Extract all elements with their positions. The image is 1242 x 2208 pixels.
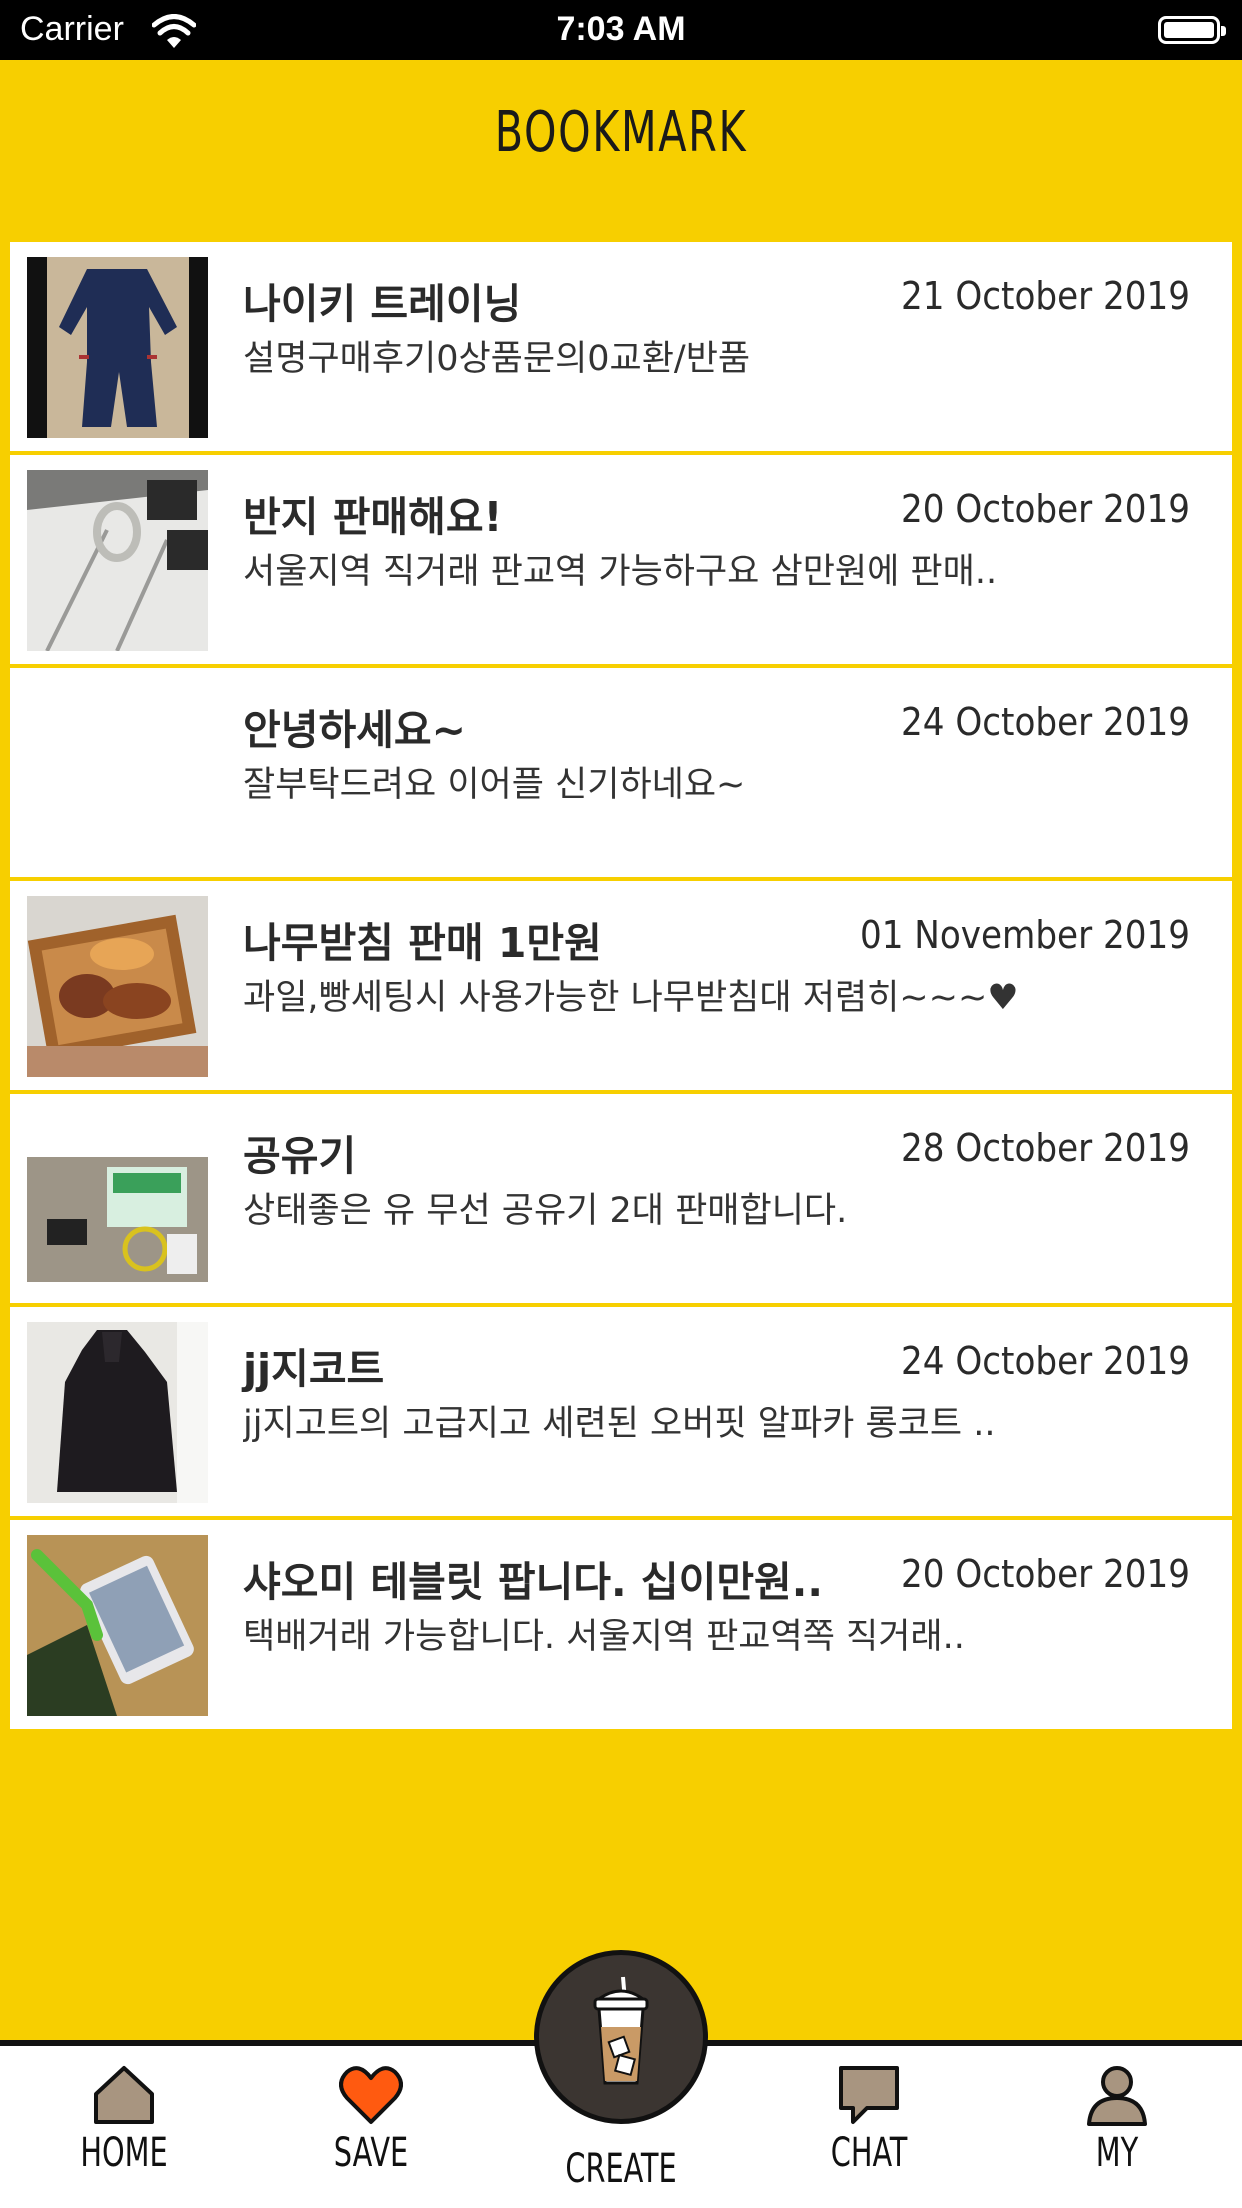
- list-item[interactable]: 나이키 트레이닝 설명구매후기0상품문의0교환/반품 21 October 20…: [10, 242, 1232, 451]
- item-title: 나무받침 판매 1만원: [243, 919, 602, 967]
- item-thumbnail: [27, 1322, 208, 1503]
- iced-coffee-icon: [593, 1976, 649, 2085]
- list-item[interactable]: 샤오미 테블릿 팝니다. 십이만원.. 택배거래 가능합니다. 서울지역 판교역…: [10, 1520, 1232, 1729]
- item-date: 01 November 2019: [859, 913, 1190, 957]
- item-date: 24 October 2019: [901, 1339, 1190, 1383]
- item-title: 안녕하세요~: [243, 706, 466, 754]
- status-time: 7:03 AM: [556, 10, 686, 48]
- item-thumbnail: [27, 1535, 208, 1716]
- item-title: 반지 판매해요!: [243, 493, 503, 541]
- tab-my[interactable]: MY: [1037, 2064, 1197, 2176]
- item-title: 샤오미 테블릿 팝니다. 십이만원..: [243, 1558, 823, 1606]
- user-icon: [1087, 2066, 1147, 2126]
- tab-home-label: HOME: [80, 2130, 168, 2176]
- item-description: jj지고트의 고급지고 세련된 오버핏 알파카 롱코트 ..: [243, 1404, 996, 1444]
- item-date: 21 October 2019: [901, 274, 1190, 318]
- item-date: 24 October 2019: [901, 700, 1190, 744]
- item-thumbnail: [27, 470, 208, 651]
- item-title: 공유기: [243, 1132, 357, 1180]
- status-bar: Carrier 7:03 AM: [0, 0, 1242, 60]
- tab-create-label[interactable]: CREATE: [541, 2146, 701, 2192]
- list-item[interactable]: jj지코트 jj지고트의 고급지고 세련된 오버핏 알파카 롱코트 .. 24 …: [10, 1307, 1232, 1516]
- list-item[interactable]: 나무받침 판매 1만원 과일,빵세팅시 사용가능한 나무받침대 저렴히~~~♥ …: [10, 881, 1232, 1090]
- item-thumbnail: [27, 257, 208, 438]
- tab-my-label: MY: [1095, 2130, 1139, 2176]
- tab-chat[interactable]: CHAT: [789, 2064, 949, 2176]
- item-date: 20 October 2019: [901, 1552, 1190, 1596]
- battery-icon: [1158, 16, 1226, 44]
- item-description: 설명구매후기0상품문의0교환/반품: [243, 339, 751, 379]
- item-title: jj지코트: [243, 1345, 385, 1393]
- list-item[interactable]: 반지 판매해요! 서울지역 직거래 판교역 가능하구요 삼만원에 판매.. 20…: [10, 455, 1232, 664]
- home-icon: [94, 2066, 154, 2124]
- item-date: 28 October 2019: [901, 1126, 1190, 1170]
- item-title: 나이키 트레이닝: [243, 280, 522, 328]
- item-description: 택배거래 가능합니다. 서울지역 판교역쪽 직거래..: [243, 1617, 965, 1657]
- item-thumbnail: [27, 1109, 208, 1290]
- tab-save-label: SAVE: [333, 2130, 409, 2176]
- item-description: 상태좋은 유 무선 공유기 2대 판매합니다.: [243, 1191, 848, 1231]
- tab-home[interactable]: HOME: [44, 2064, 204, 2176]
- chat-icon: [839, 2066, 899, 2124]
- page-title: BOOKMARK: [494, 100, 748, 165]
- item-description: 잘부탁드려요 이어플 신기하네요~: [243, 765, 746, 805]
- item-description: 서울지역 직거래 판교역 가능하구요 삼만원에 판매..: [243, 552, 998, 592]
- heart-icon: [339, 2066, 403, 2124]
- list-item[interactable]: 안녕하세요~ 잘부탁드려요 이어플 신기하네요~ 24 October 2019: [10, 668, 1232, 877]
- create-button[interactable]: [534, 1950, 708, 2124]
- tab-save[interactable]: SAVE: [291, 2064, 451, 2176]
- item-description: 과일,빵세팅시 사용가능한 나무받침대 저렴히~~~♥: [243, 978, 1019, 1018]
- bookmark-list: 나이키 트레이닝 설명구매후기0상품문의0교환/반품 21 October 20…: [10, 242, 1232, 1733]
- tab-chat-label: CHAT: [830, 2130, 908, 2176]
- item-date: 20 October 2019: [901, 487, 1190, 531]
- item-thumbnail: [27, 896, 208, 1077]
- list-item[interactable]: 공유기 상태좋은 유 무선 공유기 2대 판매합니다. 28 October 2…: [10, 1094, 1232, 1303]
